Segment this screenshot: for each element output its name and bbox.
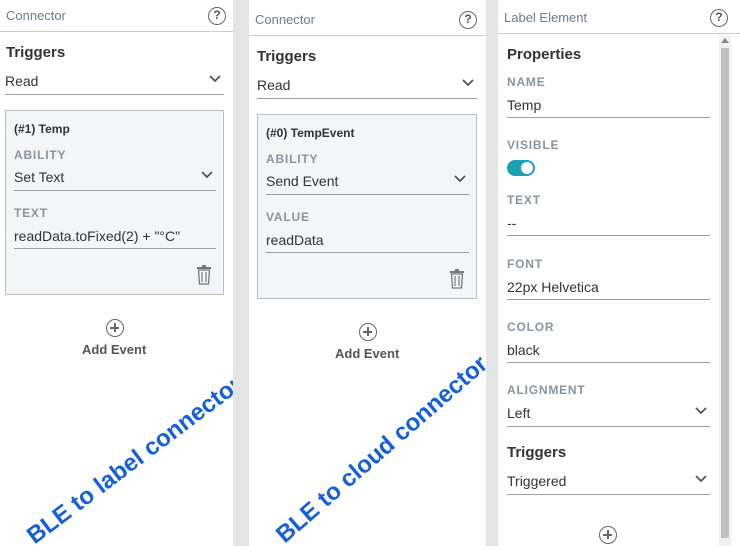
font-input[interactable]: 22px Helvetica bbox=[507, 278, 710, 300]
scrollbar[interactable] bbox=[719, 36, 731, 546]
add-event-icon[interactable] bbox=[599, 526, 617, 544]
event-title: (#0) TempEvent bbox=[266, 126, 355, 140]
color-input-value: black bbox=[507, 342, 540, 358]
trigger-select-value: Read bbox=[257, 77, 291, 93]
trigger-select[interactable]: Triggered bbox=[507, 471, 710, 495]
chevron-down-icon bbox=[454, 175, 466, 183]
value-input[interactable]: readData bbox=[266, 231, 469, 253]
add-event-icon[interactable] bbox=[359, 323, 377, 341]
add-event-icon[interactable] bbox=[106, 319, 124, 337]
text-input[interactable]: readData.toFixed(2) + "°C" bbox=[14, 227, 216, 249]
chevron-down-icon bbox=[201, 171, 213, 179]
ability-select[interactable]: Set Text bbox=[14, 167, 216, 191]
panel-title: Connector bbox=[255, 12, 315, 27]
panel-header: Connector ? bbox=[0, 0, 233, 32]
value-input-value: readData bbox=[266, 232, 324, 248]
ability-select-value: Set Text bbox=[14, 169, 65, 185]
help-icon[interactable]: ? bbox=[459, 11, 477, 29]
add-event-button[interactable]: Add Event bbox=[82, 342, 146, 357]
panel-title: Connector bbox=[6, 8, 66, 23]
color-input[interactable]: black bbox=[507, 341, 710, 363]
trigger-select[interactable]: Read bbox=[257, 75, 477, 99]
alignment-select-value: Left bbox=[507, 405, 531, 421]
chevron-down-icon bbox=[209, 75, 221, 83]
event-card: (#1) Temp ABILITY Set Text TEXT readData… bbox=[5, 110, 224, 295]
add-event-button[interactable]: Add Event bbox=[335, 346, 399, 361]
properties-heading: Properties bbox=[507, 46, 582, 63]
name-input-value: Temp bbox=[507, 97, 542, 113]
trash-icon[interactable] bbox=[196, 265, 212, 285]
event-title: (#1) Temp bbox=[14, 122, 70, 136]
triggers-heading: Triggers bbox=[6, 44, 66, 61]
help-icon[interactable]: ? bbox=[710, 9, 728, 27]
alignment-label: ALIGNMENT bbox=[507, 383, 586, 397]
annotation-ble-to-label: BLE to label connector bbox=[22, 370, 233, 546]
chevron-down-icon bbox=[695, 475, 707, 483]
connector-panel-2: Connector ? Triggers Read (#0) TempEvent… bbox=[249, 0, 486, 546]
color-label: COLOR bbox=[507, 320, 555, 334]
triggers-heading: Triggers bbox=[507, 444, 567, 461]
trigger-select-value: Read bbox=[5, 73, 39, 89]
font-input-value: 22px Helvetica bbox=[507, 279, 599, 295]
name-input[interactable]: Temp bbox=[507, 96, 710, 118]
ability-select[interactable]: Send Event bbox=[266, 171, 469, 195]
panel-header: Label Element ? bbox=[498, 2, 740, 34]
scroll-up-arrow-icon[interactable] bbox=[721, 38, 729, 43]
panel-title: Label Element bbox=[504, 10, 588, 25]
ability-select-value: Send Event bbox=[266, 173, 339, 189]
font-label: FONT bbox=[507, 257, 543, 271]
trigger-select[interactable]: Read bbox=[5, 71, 224, 95]
value-label: VALUE bbox=[266, 210, 310, 224]
chevron-down-icon bbox=[695, 407, 707, 415]
text-input-value: readData.toFixed(2) + "°C" bbox=[14, 228, 181, 244]
scrollbar-thumb[interactable] bbox=[721, 48, 729, 538]
event-card: (#0) TempEvent ABILITY Send Event VALUE … bbox=[257, 114, 477, 299]
name-label: NAME bbox=[507, 75, 546, 89]
annotation-ble-to-cloud: BLE to cloud connector bbox=[271, 350, 486, 546]
visible-label: VISIBLE bbox=[507, 138, 560, 152]
text-input[interactable]: -- bbox=[507, 214, 710, 236]
label-element-panel: Label Element ? Properties NAME Temp VIS… bbox=[498, 0, 740, 546]
help-icon[interactable]: ? bbox=[208, 7, 226, 25]
trash-icon[interactable] bbox=[449, 269, 465, 289]
alignment-select[interactable]: Left bbox=[507, 403, 710, 427]
chevron-down-icon bbox=[462, 79, 474, 87]
triggers-heading: Triggers bbox=[257, 48, 317, 65]
visible-toggle[interactable] bbox=[507, 160, 535, 176]
trigger-select-value: Triggered bbox=[507, 473, 567, 489]
toggle-knob bbox=[521, 162, 533, 174]
connector-panel-1: Connector ? Triggers Read (#1) Temp ABIL… bbox=[0, 0, 233, 546]
ability-label: ABILITY bbox=[14, 148, 67, 162]
text-label: TEXT bbox=[14, 206, 48, 220]
text-label: TEXT bbox=[507, 193, 541, 207]
text-input-value: -- bbox=[507, 215, 517, 231]
panel-header: Connector ? bbox=[249, 4, 486, 36]
ability-label: ABILITY bbox=[266, 152, 319, 166]
